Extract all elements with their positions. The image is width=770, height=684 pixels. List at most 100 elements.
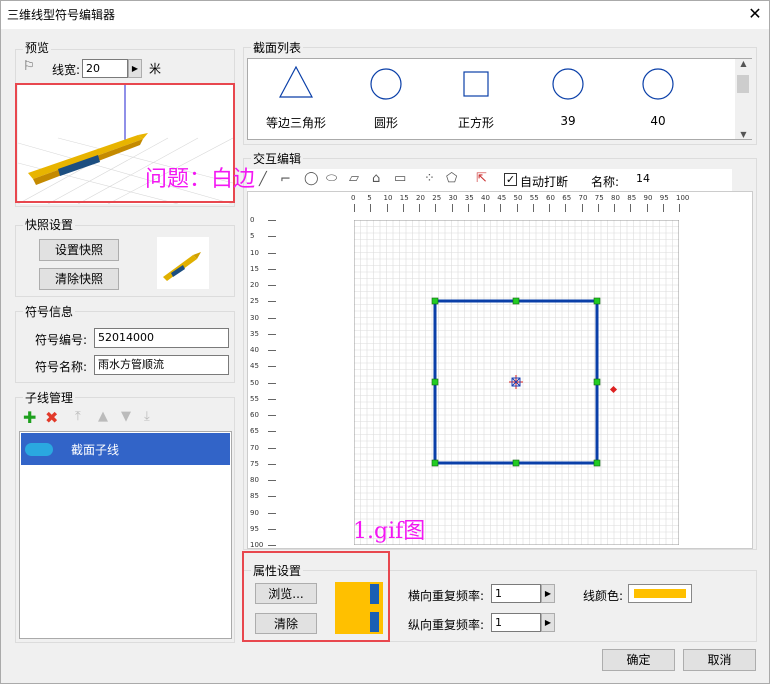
ruler-tick-label: 65 [250,427,259,436]
ruler-tick-mark [268,480,276,481]
section-item-label: 圆形 [373,116,398,130]
ruler-tick-label: 20 [416,194,425,202]
flag-icon[interactable]: ⚐ [23,59,35,74]
section-list-scrollbar[interactable]: ▲ ▼ [735,59,752,139]
vertex-handle[interactable] [593,378,601,386]
ruler-tick-mark [268,431,276,433]
center-marker-icon [509,375,523,389]
annotation-gif-note: 1.gif图 [353,519,426,544]
edit-toolbar: ╱ ⌐ ◯ ⬭ ▱ ⌂ ▭ ⁘ ⬠ ⇱ ✓ 自动打断 名称: 14 [247,169,732,191]
h-repeat-spin-button[interactable]: ▶ [541,584,555,603]
ruler-tick-mark [532,204,534,212]
ruler-tick-label: 35 [464,194,474,202]
ruler-tick-mark [451,204,453,212]
ruler-tick-label: 10 [383,194,393,202]
add-icon[interactable]: ✚ [23,408,36,427]
section-item-39[interactable]: 39 [528,61,608,128]
pick-tool-icon[interactable]: ⇱ [476,171,487,186]
line-width-input[interactable]: 20 [82,59,128,78]
section-item-triangle[interactable]: 等边三角形 [256,61,336,130]
clear-snapshot-button[interactable]: 清除快照 [39,268,119,290]
ruler-tick-mark [268,350,276,351]
vertex-handle[interactable] [512,459,520,467]
list-item[interactable]: 截面子线 [21,433,230,465]
ruler-tick-label: 20 [250,281,259,289]
symbol-code-input[interactable]: 52014000 [94,328,229,348]
rectangle-tool-icon[interactable]: ▭ [394,171,406,186]
rotation-handle[interactable] [609,385,618,394]
ruler-tick-mark [500,204,502,212]
ruler-tick-mark [581,204,583,212]
section-item-square[interactable]: 正方形 [436,61,516,130]
delete-icon[interactable]: ✖ [45,408,58,427]
move-down-icon[interactable]: ▼ [121,409,131,424]
move-up-icon[interactable]: ▲ [98,409,108,424]
circle-tool-icon[interactable]: ◯ [304,171,319,186]
ruler-tick-label: 5 [250,232,255,241]
ruler-tick-label: 45 [250,362,259,371]
ruler-tick-label: 85 [250,492,259,501]
vertex-handle[interactable] [593,459,601,467]
ruler-tick-mark [268,447,276,449]
cancel-button[interactable]: 取消 [683,649,756,671]
symbol-name-input[interactable]: 雨水方管顺流 [94,355,229,375]
ruler-tick-mark [614,204,615,212]
section-list: 等边三角形 圆形 正方形 39 40 ▲ ▼ [247,58,752,140]
ok-button[interactable]: 确定 [602,649,675,671]
vertex-handle[interactable] [431,297,439,305]
square-icon [463,71,489,97]
ruler-tick-label: 60 [250,411,259,419]
vertex-handle[interactable] [593,297,601,305]
section-item-label: 40 [650,114,666,128]
ruler-tick-label: 30 [250,313,259,322]
window-title: 三维线型符号编辑器 [7,8,116,22]
ruler-tick-mark [516,204,518,212]
ellipse-tool-icon[interactable]: ⬭ [326,171,337,186]
vertical-ruler: 0 5 10 15 20 25 30 35 40 45 50 55 60 65 70 75 80 85 90 95 10… [248,214,278,549]
edit-vertex-icon[interactable]: ⬠ [446,171,457,186]
vertex-handle[interactable] [431,459,439,467]
close-icon[interactable]: ✕ [745,3,765,25]
ruler-tick-mark [386,204,388,212]
move-bottom-icon[interactable]: ⤓ [144,409,150,424]
auto-break-label: 自动打断 [520,175,569,189]
vertex-handle[interactable] [431,378,439,386]
line-tool-icon[interactable]: ╱ [259,172,267,187]
pentagon-tool-icon[interactable]: ⌂ [372,171,380,186]
section-item-40[interactable]: 40 [618,61,698,128]
v-repeat-input[interactable]: 1 [491,613,541,632]
polyline-tool-icon[interactable]: ⌐ [280,172,291,187]
line-color-picker[interactable] [628,584,692,603]
ruler-tick-mark [679,204,680,212]
ruler-tick-label: 5 [367,194,372,202]
section-item-label: 正方形 [457,116,494,130]
ruler-tick-mark [597,204,599,212]
subline-item-label: 截面子线 [71,443,120,457]
h-repeat-label: 横向重复频率: [408,589,485,603]
ruler-tick-label: 50 [513,194,523,202]
line-width-spin-button[interactable]: ▶ [128,59,142,78]
ruler-tick-mark [268,252,276,254]
ruler-tick-label: 60 [546,194,555,202]
drawing-grid[interactable] [354,220,679,545]
vertex-handle[interactable] [512,297,520,305]
h-repeat-input[interactable]: 1 [491,584,541,603]
move-top-icon[interactable]: ⤒ [75,409,81,424]
add-vertex-icon[interactable]: ⁘ [424,171,435,186]
v-repeat-spin-button[interactable]: ▶ [541,613,555,632]
triangle-icon [279,65,313,98]
symbol-info-label: 符号信息 [23,303,76,320]
snapshot-thumbnail [157,237,209,289]
section-name-input[interactable]: 14 [630,170,730,190]
ruler-tick-label: 0 [250,216,255,224]
section-item-label: 39 [560,114,576,128]
auto-break-checkbox[interactable]: ✓ [504,173,517,186]
ruler-tick-mark [646,204,648,212]
set-snapshot-button[interactable]: 设置快照 [39,239,119,261]
ruler-tick-mark [419,204,420,212]
annotation-box-attributes [242,551,390,642]
ruler-tick-mark [435,204,437,212]
parallelogram-tool-icon[interactable]: ▱ [349,171,359,186]
ruler-tick-label: 75 [250,459,259,468]
section-item-circle[interactable]: 圆形 [346,61,426,130]
